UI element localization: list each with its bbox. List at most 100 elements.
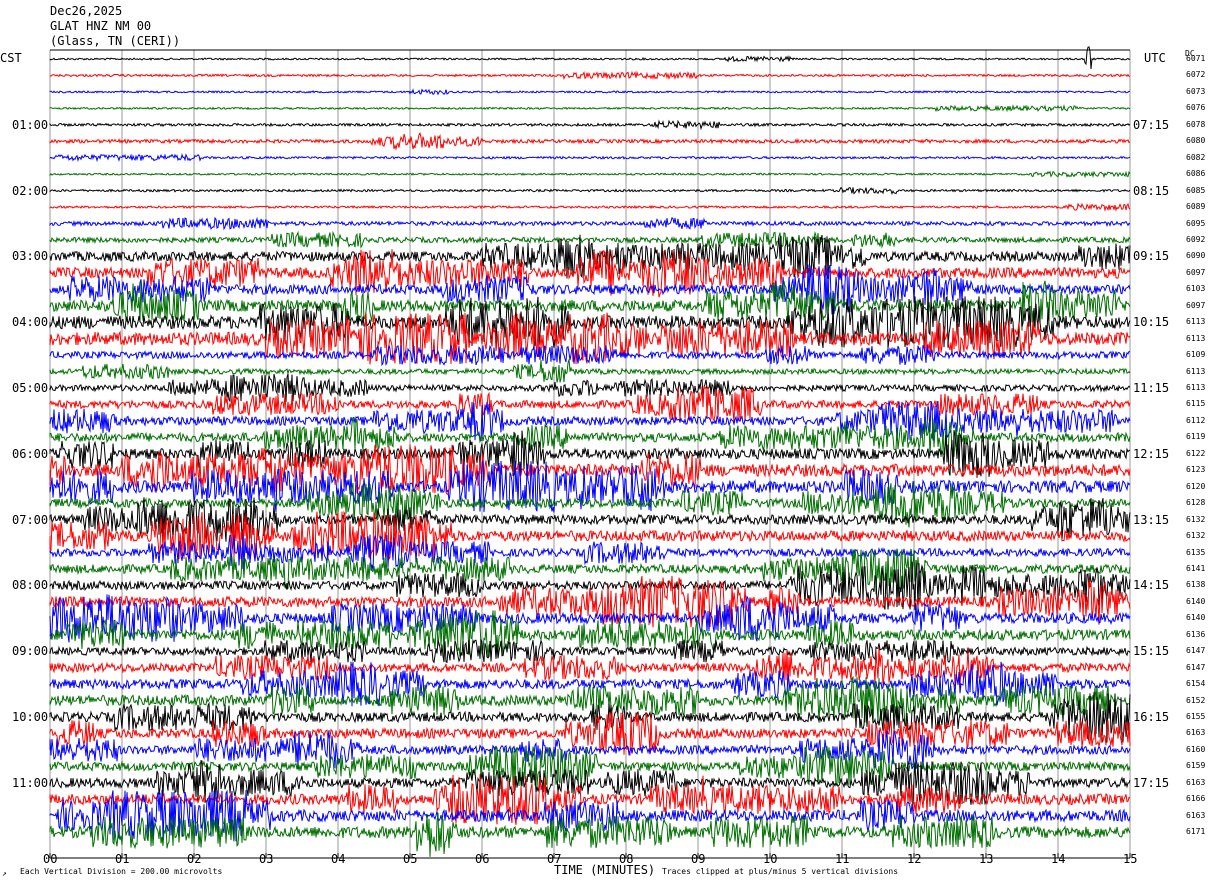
- left-time-label: 08:00: [12, 578, 49, 593]
- dc-offset-label: 6113: [1186, 333, 1206, 343]
- dc-offset-label: 6123: [1186, 465, 1206, 475]
- x-tick-label: 03: [259, 852, 274, 866]
- trace-line: [49, 343, 1131, 367]
- dc-offset-label: 6103: [1186, 284, 1206, 294]
- dc-offset-label: 6097: [1186, 267, 1206, 277]
- right-time-label: 16:15: [1133, 710, 1170, 724]
- dc-offset-label: 6078: [1186, 119, 1206, 129]
- dc-offset-label: 6159: [1186, 761, 1206, 771]
- scale-note: Each Vertical Division = 200.00 microvol…: [20, 867, 223, 876]
- right-time-label: 15:15: [1133, 644, 1170, 659]
- dc-offset-label: 6160: [1186, 744, 1206, 754]
- dc-offset-label: 6071: [1186, 54, 1206, 63]
- right-time-label: 07:15: [1133, 117, 1170, 132]
- dc-offset-label: 6115: [1186, 399, 1206, 409]
- x-axis-title: TIME (MINUTES): [554, 863, 656, 877]
- trace-line: [49, 745, 1131, 787]
- dc-offset-label: 6155: [1186, 712, 1206, 721]
- trace-line: [49, 230, 1131, 249]
- dc-offset-label: 6076: [1186, 103, 1206, 113]
- x-tick-label: 05: [403, 852, 418, 866]
- clip-note: Traces clipped at plus/minus 5 vertical …: [662, 867, 899, 876]
- x-tick-label: 13: [979, 852, 994, 866]
- dc-offset-label: 6120: [1186, 481, 1206, 491]
- dc-offset-label: 6089: [1186, 202, 1206, 212]
- left-time-label: 03:00: [12, 249, 49, 264]
- dc-offset-label: 6128: [1186, 498, 1206, 508]
- dc-offset-label: 6095: [1186, 218, 1206, 228]
- dc-offset-label: 6073: [1186, 86, 1206, 96]
- dc-offset-label: 6152: [1186, 695, 1206, 705]
- left-time-label: 06:00: [12, 446, 49, 461]
- dc-offset-label: 6154: [1186, 679, 1206, 689]
- dc-offset-label: 6132: [1186, 531, 1206, 541]
- x-tick-label: 10: [763, 852, 778, 866]
- trace-line: [49, 103, 1131, 113]
- right-time-label: 09:15: [1133, 249, 1170, 264]
- trace-line: [49, 153, 1131, 163]
- dc-offset-label: 6085: [1186, 185, 1206, 195]
- dc-offset-label: 6138: [1186, 580, 1206, 590]
- dc-offset-label: 6135: [1186, 547, 1206, 557]
- x-tick-label: 14: [1051, 852, 1066, 866]
- dc-offset-label: 6119: [1186, 432, 1206, 442]
- left-time-label: 10:00: [12, 710, 49, 724]
- x-tick-label: 01: [115, 852, 130, 866]
- dc-offset-label: 6122: [1186, 448, 1206, 458]
- left-time-label: 11:00: [12, 775, 49, 790]
- left-time-label: 09:00: [12, 644, 49, 659]
- right-time-label: 17:15: [1133, 775, 1170, 790]
- right-time-label: 10:15: [1133, 315, 1170, 330]
- trace-line: [49, 170, 1131, 179]
- dc-offset-label: 6136: [1186, 629, 1206, 639]
- dc-offset-label: 6163: [1186, 810, 1206, 820]
- left-time-label: 05:00: [12, 381, 49, 395]
- trace-line: [49, 70, 1131, 80]
- dc-offset-label: 6163: [1186, 777, 1206, 787]
- dc-offset-label: 6141: [1186, 563, 1206, 573]
- date-label: Dec26,2025: [50, 4, 123, 18]
- left-time-label: 01:00: [12, 117, 49, 132]
- dc-offset-label: 6086: [1186, 169, 1206, 179]
- trace-line: [49, 119, 1131, 131]
- station-label: GLAT HNZ NM 00: [50, 19, 152, 33]
- dc-offset-label: 6097: [1186, 300, 1206, 310]
- trace-line: [49, 216, 1131, 231]
- trace-line: [49, 186, 1131, 196]
- left-time-label: 02:00: [12, 183, 49, 198]
- helicorder-plot: [49, 46, 1131, 859]
- right-time-label: 12:15: [1133, 446, 1170, 461]
- right-time-label: 14:15: [1133, 578, 1170, 593]
- right-timezone: UTC: [1144, 51, 1166, 65]
- left-time-label: 07:00: [12, 512, 49, 527]
- x-tick-label: 15: [1123, 852, 1138, 866]
- dc-offset-label: 6132: [1186, 514, 1206, 524]
- x-tick-label: 02: [187, 852, 202, 866]
- dc-offset-label: 6082: [1186, 152, 1206, 162]
- right-time-label: 08:15: [1133, 183, 1170, 198]
- trace-line: [49, 131, 1131, 151]
- dc-offset-label: 6113: [1186, 317, 1206, 327]
- x-tick-label: 09: [691, 852, 706, 866]
- left-time-label: 04:00: [12, 315, 49, 330]
- right-time-label: 11:15: [1133, 381, 1170, 395]
- x-tick-label: 11: [835, 852, 850, 866]
- dc-offset-label: 6166: [1186, 794, 1206, 804]
- location-label: (Glass, TN (CERI)): [50, 34, 181, 48]
- right-time-label: 13:15: [1133, 512, 1170, 527]
- x-tick-label: 00: [43, 852, 58, 866]
- trace-line: [49, 202, 1131, 212]
- dc-offset-label: 6072: [1186, 70, 1206, 80]
- dc-offset-label: 6092: [1186, 234, 1206, 244]
- dc-offset-label: 6140: [1186, 596, 1206, 606]
- trace-line: [49, 88, 1131, 96]
- corner-mark: ↗: [2, 869, 7, 878]
- x-tick-label: 04: [331, 852, 346, 866]
- dc-offset-label: 6140: [1186, 613, 1206, 623]
- seismic-traces: [49, 46, 1131, 857]
- x-tick-label: 12: [907, 852, 922, 866]
- dc-offset-label: 6171: [1186, 827, 1206, 837]
- dc-offset-label: 6090: [1186, 251, 1206, 261]
- dc-offset-label: 6109: [1186, 350, 1206, 360]
- dc-offset-label: 6112: [1186, 415, 1206, 425]
